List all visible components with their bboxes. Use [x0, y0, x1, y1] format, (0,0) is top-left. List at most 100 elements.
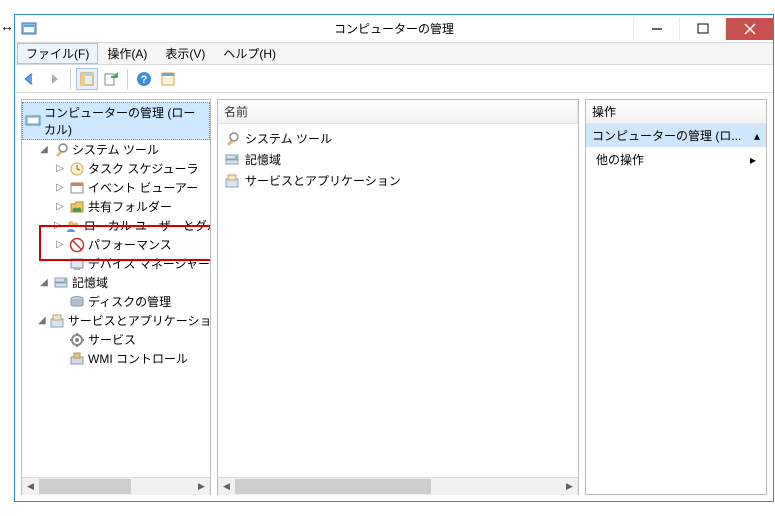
shared-folder-icon [69, 199, 85, 215]
help-button[interactable]: ? [133, 68, 155, 90]
tools-icon [53, 142, 69, 158]
tree-label: イベント ビューアー [88, 179, 198, 196]
expand-icon[interactable]: ▷ [54, 220, 62, 231]
maximize-button[interactable] [679, 18, 725, 40]
tree-storage[interactable]: ◢ 記憶域 [22, 273, 210, 292]
list-item[interactable]: システム ツール [222, 128, 574, 149]
tree-disk-management[interactable]: ディスクの管理 [22, 292, 210, 311]
scroll-left-button[interactable]: ◀ [22, 478, 39, 495]
tree-shared-folders[interactable]: ▷ 共有フォルダー [22, 197, 210, 216]
menu-view[interactable]: 表示(V) [156, 43, 214, 64]
actions-group[interactable]: コンピューターの管理 (ロ... ▴ [586, 124, 766, 147]
storage-icon [224, 152, 240, 168]
list-header[interactable]: 名前 [218, 100, 578, 124]
list-h-scrollbar[interactable]: ◀ ▶ [218, 477, 578, 494]
tree-label: デバイス マネージャー [88, 255, 210, 272]
client-area: コンピューターの管理 (ローカル) ◢ システム ツール ▷ タスク スケジュー… [15, 93, 773, 501]
tree-h-scrollbar[interactable]: ◀ ▶ [22, 477, 210, 494]
tree-pane: コンピューターの管理 (ローカル) ◢ システム ツール ▷ タスク スケジュー… [21, 99, 211, 495]
gear-icon [69, 332, 85, 348]
main-window: コンピューターの管理 ファイル(F) 操作(A) 表示(V) ヘルプ(H) ? [14, 14, 774, 502]
tree-body: コンピューターの管理 (ローカル) ◢ システム ツール ▷ タスク スケジュー… [22, 100, 210, 477]
tree-root[interactable]: コンピューターの管理 (ローカル) [22, 102, 210, 140]
menu-file[interactable]: ファイル(F) [17, 43, 98, 64]
list-item[interactable]: サービスとアプリケーション [222, 170, 574, 191]
menubar: ファイル(F) 操作(A) 表示(V) ヘルプ(H) [15, 43, 773, 65]
titlebar: コンピューターの管理 [15, 15, 773, 43]
export-button[interactable] [100, 68, 122, 90]
tree-label: コンピューターの管理 (ローカル) [44, 104, 206, 138]
tree-performance[interactable]: ▷ パフォーマンス [22, 235, 210, 254]
scroll-right-button[interactable]: ▶ [193, 478, 210, 495]
scroll-thumb[interactable] [235, 479, 431, 494]
tree-local-users[interactable]: ▷ ローカル ユーザーとグループ [22, 216, 210, 235]
collapse-icon[interactable]: ◢ [38, 144, 50, 155]
collapse-up-icon[interactable]: ▴ [754, 129, 760, 143]
tree-label: 記憶域 [72, 274, 108, 291]
menu-action[interactable]: 操作(A) [98, 43, 156, 64]
tree-label: サービス [88, 331, 136, 348]
svg-text:?: ? [141, 74, 148, 86]
actions-header: 操作 [586, 100, 766, 124]
list-pane: 名前 システム ツール 記憶域 サービスとアプリケーション ◀ [217, 99, 579, 495]
expand-icon[interactable]: ▷ [54, 201, 66, 212]
performance-icon [69, 237, 85, 253]
computer-icon [25, 113, 41, 129]
list-body: システム ツール 記憶域 サービスとアプリケーション [218, 124, 578, 477]
properties-button[interactable] [157, 68, 179, 90]
list-item-label: サービスとアプリケーション [245, 172, 401, 189]
expand-icon[interactable]: ▷ [54, 163, 66, 174]
wmi-icon [69, 351, 85, 367]
disk-icon [69, 294, 85, 310]
tree-label: WMI コントロール [88, 350, 188, 367]
tree-label: ローカル ユーザーとグループ [84, 217, 210, 234]
collapse-icon[interactable]: ◢ [38, 315, 46, 326]
scroll-track[interactable] [39, 478, 193, 495]
tree-system-tools[interactable]: ◢ システム ツール [22, 140, 210, 159]
tree-label: 共有フォルダー [88, 198, 172, 215]
tree-label: ディスクの管理 [88, 293, 171, 310]
show-hide-tree-button[interactable] [76, 68, 98, 90]
forward-button[interactable] [43, 68, 65, 90]
tree-event-viewer[interactable]: ▷ イベント ビューアー [22, 178, 210, 197]
app-icon [21, 21, 37, 37]
list-item[interactable]: 記憶域 [222, 149, 574, 170]
tree-label: システム ツール [72, 141, 159, 158]
chevron-right-icon: ▸ [750, 153, 756, 167]
storage-icon [53, 275, 69, 291]
minimize-button[interactable] [633, 18, 679, 40]
list-item-label: システム ツール [245, 130, 332, 147]
tools-icon [224, 131, 240, 147]
tree-label: サービスとアプリケーション [68, 312, 210, 329]
scroll-right-button[interactable]: ▶ [561, 478, 578, 495]
scroll-thumb[interactable] [39, 479, 131, 494]
scroll-left-button[interactable]: ◀ [218, 478, 235, 495]
actions-group-label: コンピューターの管理 (ロ... [592, 127, 741, 144]
column-name[interactable]: 名前 [218, 100, 578, 123]
services-apps-icon [224, 173, 240, 189]
toolbar: ? [15, 65, 773, 93]
tree-wmi-control[interactable]: WMI コントロール [22, 349, 210, 368]
users-icon [65, 218, 81, 234]
close-button[interactable] [725, 18, 773, 40]
device-icon [69, 256, 85, 272]
actions-pane: 操作 コンピューターの管理 (ロ... ▴ 他の操作 ▸ [585, 99, 767, 495]
event-icon [69, 180, 85, 196]
menu-help[interactable]: ヘルプ(H) [214, 43, 285, 64]
expand-icon[interactable]: ▷ [54, 239, 66, 250]
resize-cursor: ↔ [0, 18, 14, 34]
expand-icon[interactable]: ▷ [54, 182, 66, 193]
clock-icon [69, 161, 85, 177]
actions-more[interactable]: 他の操作 ▸ [586, 147, 766, 172]
tree-label: パフォーマンス [88, 236, 172, 253]
tree-task-scheduler[interactable]: ▷ タスク スケジューラ [22, 159, 210, 178]
list-item-label: 記憶域 [245, 151, 281, 168]
services-apps-icon [49, 313, 65, 329]
tree-label: タスク スケジューラ [88, 160, 199, 177]
scroll-track[interactable] [235, 478, 561, 495]
tree-device-manager[interactable]: デバイス マネージャー [22, 254, 210, 273]
back-button[interactable] [19, 68, 41, 90]
tree-services-apps[interactable]: ◢ サービスとアプリケーション [22, 311, 210, 330]
tree-services[interactable]: サービス [22, 330, 210, 349]
collapse-icon[interactable]: ◢ [38, 277, 50, 288]
